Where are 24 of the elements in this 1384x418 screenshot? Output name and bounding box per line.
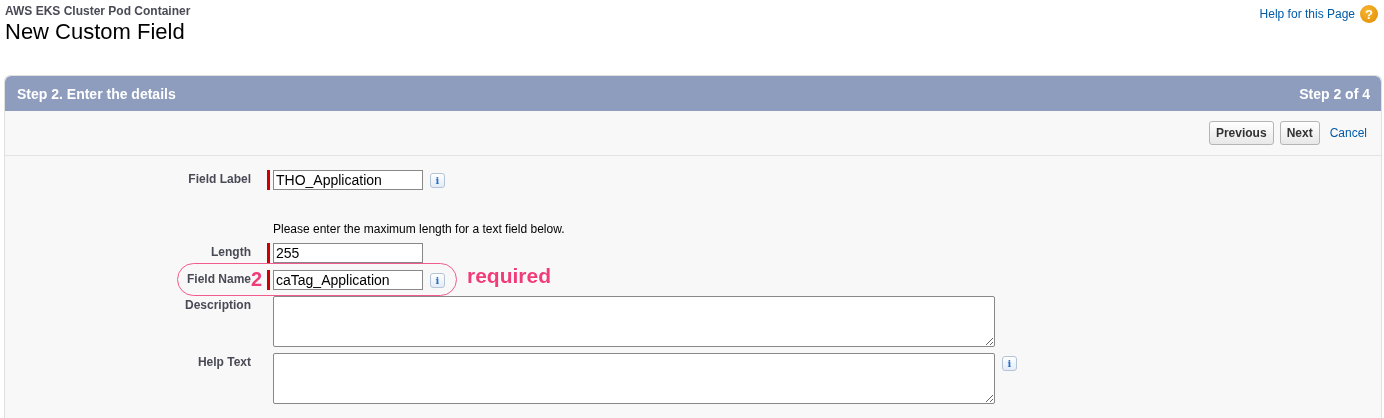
wizard-button[interactable]: Previous bbox=[1208, 121, 1274, 145]
cancel-link[interactable]: Cancel bbox=[1329, 126, 1367, 140]
field-label: Length bbox=[210, 244, 251, 259]
text-area[interactable] bbox=[273, 353, 995, 404]
step-number: 2 bbox=[251, 269, 263, 289]
wizard-button[interactable]: Next bbox=[1279, 121, 1320, 145]
text-field[interactable]: caTag_Application bbox=[273, 270, 423, 290]
field-label: Field Name bbox=[185, 271, 251, 286]
text-field[interactable]: 255 bbox=[273, 243, 423, 263]
step-title: Step 2. Enter the details bbox=[17, 85, 176, 102]
info-button[interactable]: i bbox=[430, 273, 445, 288]
field-label: Field Label bbox=[187, 171, 251, 186]
info-button[interactable]: i bbox=[1002, 356, 1017, 371]
text-field[interactable]: THO_Application bbox=[273, 170, 423, 190]
field-label: Help Text bbox=[196, 354, 251, 369]
text-area[interactable] bbox=[273, 296, 995, 347]
page-title: New Custom Field bbox=[5, 19, 186, 45]
help-link[interactable]: Help for this Page bbox=[1259, 7, 1355, 21]
instruction-text: Please enter the maximum length for a text field below. bbox=[273, 222, 565, 236]
annotation-note: required bbox=[467, 264, 552, 288]
field-label: Description bbox=[184, 297, 251, 312]
info-button[interactable]: i bbox=[430, 173, 445, 188]
breadcrumb: AWS EKS Cluster Pod Container bbox=[5, 4, 191, 18]
step-counter: Step 2 of 4 bbox=[1299, 85, 1370, 102]
